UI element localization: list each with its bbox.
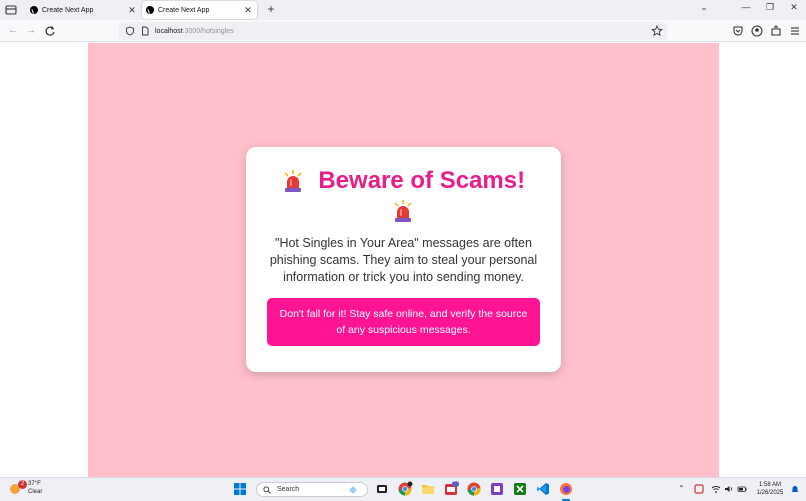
tab-create-next-app-2[interactable]: Create Next App ✕ xyxy=(142,1,257,19)
clock-time: 1:58 AM xyxy=(758,482,781,488)
notification-bell-icon[interactable] xyxy=(790,484,800,494)
windows-taskbar: 2 37°F Clear Search ⌃ 1:58 AM 1/26/2025 xyxy=(0,477,806,501)
search-highlight-icon xyxy=(349,486,357,494)
warning-description: "Hot Singles in Your Area" messages are … xyxy=(269,236,538,284)
chrome-profile-icon[interactable] xyxy=(466,481,482,497)
vscode-icon[interactable] xyxy=(535,481,551,497)
navigation-toolbar: ← → localhost:3000/hotsingles xyxy=(0,20,806,42)
firefox-view-icon[interactable] xyxy=(4,3,18,17)
page-icon[interactable] xyxy=(140,26,150,36)
back-arrow-icon[interactable]: ← xyxy=(6,24,20,38)
siren-icon xyxy=(394,200,412,222)
weather-temperature: 37°F xyxy=(28,481,41,487)
url-path: :3000/hotsingles xyxy=(182,27,234,35)
wifi-icon[interactable] xyxy=(711,484,721,494)
nextjs-favicon-icon xyxy=(30,6,38,14)
scam-warning-card: Beware of Scams! "Hot Singles in Your Ar… xyxy=(246,147,561,372)
page-heading: Beware of Scams! xyxy=(318,167,526,194)
volume-icon[interactable] xyxy=(724,484,734,494)
tab-close-icon[interactable]: ✕ xyxy=(127,5,137,16)
tab-title: Create Next App xyxy=(158,6,210,14)
page-viewport: Beware of Scams! "Hot Singles in Your Ar… xyxy=(0,43,806,501)
pocket-icon[interactable] xyxy=(731,24,745,38)
nextjs-favicon-icon xyxy=(146,6,154,14)
list-all-tabs-chevron-icon[interactable]: ⌄ xyxy=(694,2,714,13)
reload-icon[interactable] xyxy=(43,24,57,38)
safety-advice-banner: Don't fall for it! Stay safe online, and… xyxy=(267,298,540,346)
close-window-button[interactable]: ✕ xyxy=(784,2,804,13)
tab-create-next-app-1[interactable]: Create Next App ✕ xyxy=(26,1,141,19)
safety-advice-text: Don't fall for it! Stay safe online, and… xyxy=(279,308,528,336)
xbox-icon[interactable] xyxy=(512,481,528,497)
weather-condition: Clear xyxy=(28,489,43,495)
siren-icon xyxy=(284,170,302,192)
taskbar-clock[interactable]: 1:58 AM 1/26/2025 xyxy=(750,481,790,497)
url-bar[interactable]: localhost:3000/hotsingles xyxy=(119,22,667,40)
onenote-icon[interactable] xyxy=(489,481,505,497)
search-icon xyxy=(263,485,271,494)
windows-start-icon[interactable] xyxy=(232,481,248,497)
task-view-icon[interactable] xyxy=(374,481,390,497)
tray-overflow-chevron-icon[interactable]: ⌃ xyxy=(678,484,688,494)
weather-badge: 2 xyxy=(18,480,27,489)
tab-strip: Create Next App ✕ Create Next App ✕ + ⌄ … xyxy=(0,0,806,20)
file-explorer-icon[interactable] xyxy=(420,481,436,497)
card-title-row: Beware of Scams! xyxy=(246,167,561,195)
battery-icon[interactable] xyxy=(737,484,747,494)
url-host: localhost xyxy=(155,27,183,35)
weather-widget[interactable]: 2 37°F Clear xyxy=(8,480,42,496)
clock-date: 1/26/2025 xyxy=(756,490,784,496)
tab-close-icon[interactable]: ✕ xyxy=(243,5,253,16)
mail-app-icon[interactable] xyxy=(443,481,459,497)
account-icon[interactable] xyxy=(750,24,764,38)
shield-icon[interactable] xyxy=(125,26,135,36)
tab-title: Create Next App xyxy=(42,6,94,14)
weather-moon-icon: 2 xyxy=(8,480,27,495)
bookmark-star-icon[interactable] xyxy=(651,25,663,37)
tray-app-icon[interactable] xyxy=(694,484,704,494)
search-placeholder: Search xyxy=(277,486,300,493)
forward-arrow-icon[interactable]: → xyxy=(24,24,38,38)
minimize-button[interactable]: — xyxy=(736,2,756,12)
extensions-icon[interactable] xyxy=(769,24,783,38)
firefox-icon[interactable] xyxy=(558,481,574,497)
restore-button[interactable]: ❐ xyxy=(760,2,780,13)
new-tab-button[interactable]: + xyxy=(264,2,278,16)
page-background: Beware of Scams! "Hot Singles in Your Ar… xyxy=(88,43,719,477)
chrome-icon[interactable] xyxy=(397,481,413,497)
taskbar-search[interactable]: Search xyxy=(256,482,368,497)
hamburger-menu-icon[interactable] xyxy=(788,24,802,38)
